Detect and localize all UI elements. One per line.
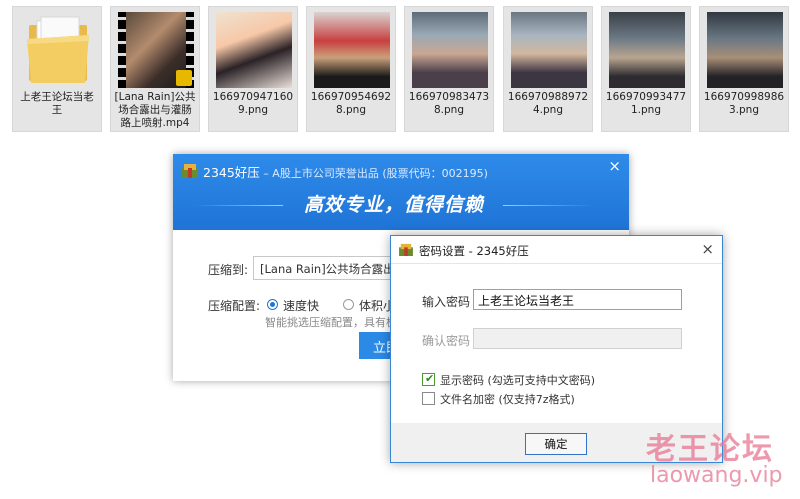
image-thumbnail [216, 12, 292, 88]
desktop: 上老王论坛当老王 [Lana Rain]公共场合露出与灌肠路上喷射.mp4 16… [0, 0, 800, 499]
dialog-header: 密码设置 - 2345好压 × [391, 236, 722, 264]
file-name: 1669709834738.png [408, 91, 490, 116]
enter-password-label: 输入密码 [422, 295, 471, 309]
radio-speed[interactable] [267, 299, 278, 310]
radio-speed-label: 速度快 [283, 299, 320, 313]
compress-config-label: 压缩配置: [208, 299, 261, 313]
hint-text: 智能挑选压缩配置，具有极佳 [265, 316, 408, 329]
compress-to-label: 压缩到: [208, 263, 249, 277]
close-icon[interactable]: × [701, 240, 714, 258]
image-thumbnail [412, 12, 488, 88]
app-logo-icon [182, 164, 198, 178]
image-thumbnail [314, 12, 390, 88]
ok-button[interactable]: 确定 [525, 433, 587, 455]
video-player-icon [176, 70, 192, 86]
encrypt-filenames-label: 文件名加密 (仅支持7z格式) [440, 393, 575, 406]
window-title-text: 2345好压 [203, 165, 260, 180]
show-password-checkbox[interactable]: ✔ [422, 372, 435, 386]
show-password-label: 显示密码 (勾选可支持中文密码) [440, 374, 596, 387]
window-title: 2345好压 – A股上市公司荣誉出品 (股票代码：002195) [203, 162, 488, 181]
file-item-video[interactable]: [Lana Rain]公共场合露出与灌肠路上喷射.mp4 [110, 6, 200, 132]
file-name: 1669709471609.png [212, 91, 294, 116]
radio-size[interactable] [343, 299, 354, 310]
file-item-image[interactable]: 1669709546928.png [306, 6, 396, 132]
file-name: [Lana Rain]公共场合露出与灌肠路上喷射.mp4 [114, 91, 196, 129]
app-logo-icon [399, 243, 413, 256]
file-name: 1669709889724.png [507, 91, 589, 116]
window-subtitle: – A股上市公司荣誉出品 (股票代码：002195) [259, 167, 488, 180]
folder-icon [27, 16, 89, 83]
file-item-image[interactable]: 1669709889724.png [503, 6, 593, 132]
file-name: 1669709546928.png [310, 91, 392, 116]
divider [193, 205, 283, 206]
slogan: 高效专业，值得信赖 [304, 194, 485, 216]
dialog-title: 密码设置 - 2345好压 [419, 244, 529, 258]
image-thumbnail [511, 12, 587, 88]
checkmark-icon: ✔ [425, 372, 435, 385]
file-item-image[interactable]: 1669709989863.png [699, 6, 789, 132]
encrypt-filenames-checkbox[interactable] [422, 392, 435, 405]
video-thumbnail [118, 12, 194, 88]
image-thumbnail [609, 12, 685, 88]
file-item-folder[interactable]: 上老王论坛当老王 [12, 6, 102, 132]
watermark-title: 老王论坛 [646, 432, 774, 467]
file-item-image[interactable]: 1669709834738.png [404, 6, 494, 132]
file-name: 上老王论坛当老王 [20, 91, 94, 116]
divider [503, 205, 593, 206]
file-name: 1669709934771.png [605, 91, 687, 116]
file-item-image[interactable]: 1669709934771.png [601, 6, 691, 132]
watermark-url: laowang.vip [650, 463, 783, 488]
close-icon[interactable]: × [608, 157, 621, 175]
confirm-password-label: 确认密码 [422, 334, 471, 348]
compress-window-header: 2345好压 – A股上市公司荣誉出品 (股票代码：002195) × 高效专业… [173, 154, 629, 230]
file-name: 1669709989863.png [703, 91, 785, 116]
image-thumbnail [707, 12, 783, 88]
confirm-password-input[interactable] [473, 328, 682, 349]
file-item-image[interactable]: 1669709471609.png [208, 6, 298, 132]
password-input[interactable]: 上老王论坛当老王 [473, 289, 682, 310]
